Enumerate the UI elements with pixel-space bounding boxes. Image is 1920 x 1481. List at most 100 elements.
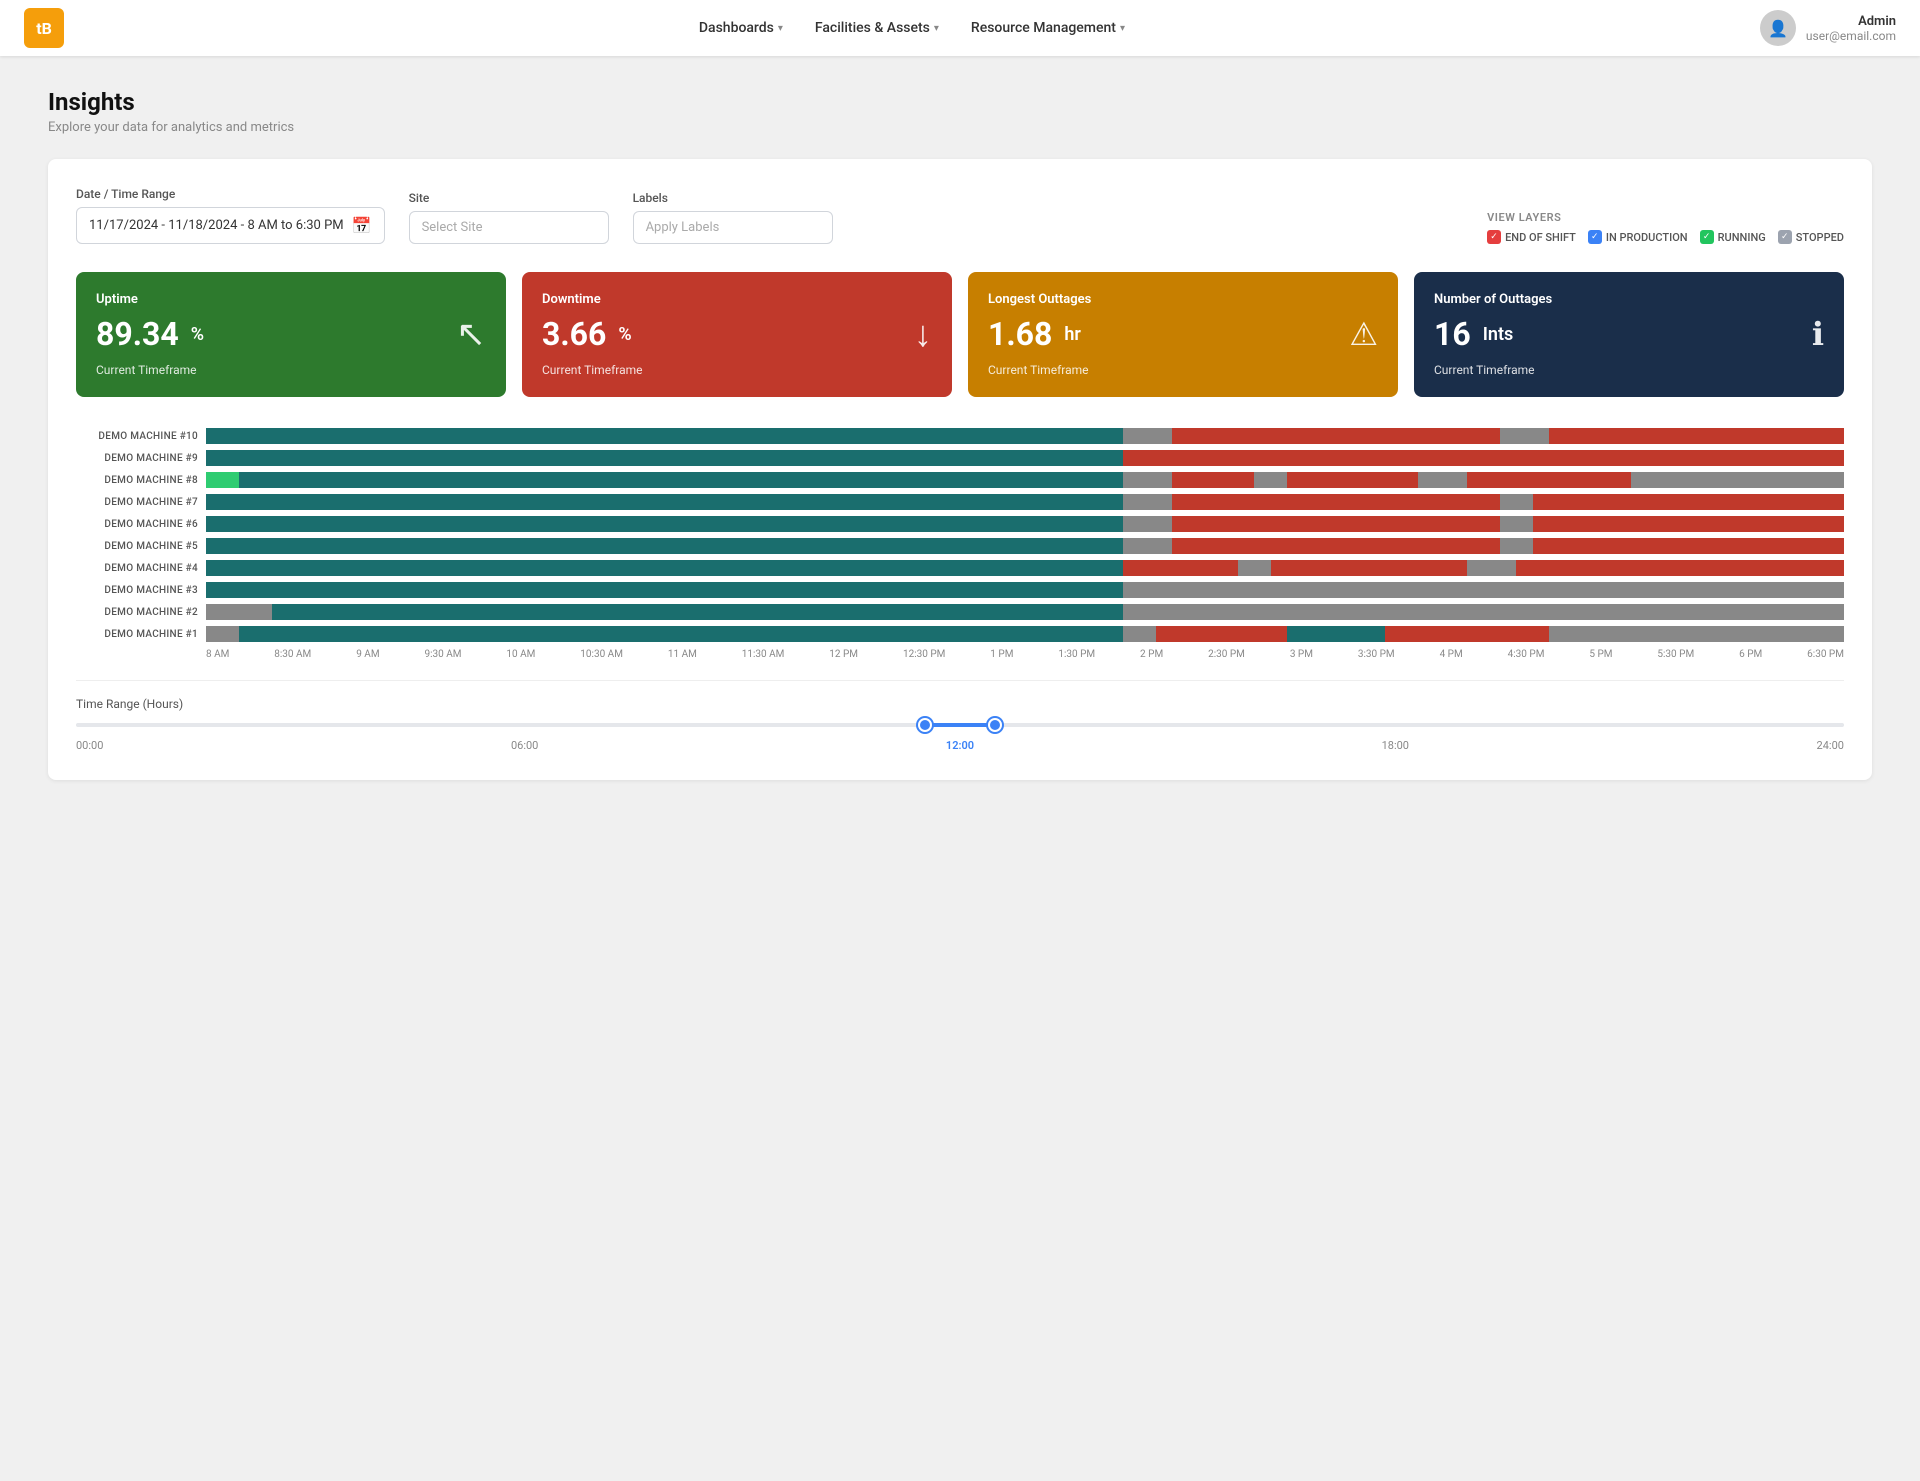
time-axis-label: 1 PM xyxy=(990,649,1013,660)
gantt-segment xyxy=(1533,538,1844,554)
longest-outage-title: Longest Outtages xyxy=(988,292,1378,307)
time-axis-label: 3:30 PM xyxy=(1358,649,1395,660)
uptime-unit: % xyxy=(191,324,204,345)
layer-in-production[interactable]: ✓ IN PRODUCTION xyxy=(1588,230,1688,244)
slider-label-start: 00:00 xyxy=(76,739,103,752)
labels-input[interactable]: Apply Labels xyxy=(633,211,833,244)
time-axis-label: 11 AM xyxy=(668,649,697,660)
slider-section: Time Range (Hours) 00:00 06:00 12:00 18:… xyxy=(76,680,1844,752)
time-axis-label: 5:30 PM xyxy=(1657,649,1694,660)
gantt-segment xyxy=(272,604,1124,620)
gantt-segment xyxy=(1172,472,1254,488)
gantt-segment xyxy=(1172,516,1500,532)
gantt-bar-container[interactable] xyxy=(206,560,1844,576)
gantt-segment xyxy=(1500,428,1549,444)
filters-row: Date / Time Range 11/17/2024 - 11/18/202… xyxy=(76,187,1844,244)
layer-running[interactable]: ✓ RUNNING xyxy=(1700,230,1766,244)
gantt-row: DEMO MACHINE #7 xyxy=(76,491,1844,513)
gantt-row-label: DEMO MACHINE #3 xyxy=(76,585,206,596)
page-subtitle: Explore your data for analytics and metr… xyxy=(48,120,1872,135)
layers-checkboxes: ✓ END OF SHIFT ✓ IN PRODUCTION ✓ RUNNING… xyxy=(1487,230,1844,244)
page-title: Insights xyxy=(48,88,1872,116)
num-outages-title: Number of Outtages xyxy=(1434,292,1824,307)
user-profile[interactable]: 👤 Admin user@email.com xyxy=(1760,10,1896,46)
gantt-segment xyxy=(1516,560,1844,576)
nav-resource[interactable]: Resource Management ▾ xyxy=(971,20,1125,36)
nav-dashboards[interactable]: Dashboards ▾ xyxy=(699,20,783,36)
gantt-segment xyxy=(1287,472,1418,488)
stopped-checkbox[interactable]: ✓ xyxy=(1778,230,1792,244)
layer-end-of-shift[interactable]: ✓ END OF SHIFT xyxy=(1487,230,1576,244)
gantt-segment xyxy=(1172,428,1500,444)
longest-outage-footer: Current Timeframe xyxy=(988,363,1378,377)
info-icon: ℹ xyxy=(1812,315,1824,353)
chevron-down-icon: ▾ xyxy=(1120,23,1125,34)
metric-uptime: Uptime 89.34 % ↖ Current Timeframe xyxy=(76,272,506,397)
gantt-segment xyxy=(1123,604,1844,620)
longest-outage-unit: hr xyxy=(1064,324,1081,345)
gantt-segment xyxy=(1123,494,1172,510)
gantt-chart-area: DEMO MACHINE #10DEMO MACHINE #9DEMO MACH… xyxy=(76,425,1844,660)
time-axis-label: 8:30 AM xyxy=(274,649,311,660)
layer-stopped[interactable]: ✓ STOPPED xyxy=(1778,230,1844,244)
slider-track[interactable] xyxy=(76,723,1844,727)
gantt-bar-container[interactable] xyxy=(206,538,1844,554)
gantt-segment xyxy=(1123,428,1172,444)
gantt-segment xyxy=(206,626,239,642)
uptime-value-row: 89.34 % ↖ xyxy=(96,313,486,355)
time-axis-label: 9 AM xyxy=(356,649,379,660)
time-axis-label: 2 PM xyxy=(1140,649,1163,660)
gantt-row: DEMO MACHINE #4 xyxy=(76,557,1844,579)
gantt-segment xyxy=(1500,516,1533,532)
gantt-segment xyxy=(1123,472,1172,488)
date-value: 11/17/2024 - 11/18/2024 - 8 AM to 6:30 P… xyxy=(89,218,344,233)
nav-facilities[interactable]: Facilities & Assets ▾ xyxy=(815,20,939,36)
gantt-row: DEMO MACHINE #2 xyxy=(76,601,1844,623)
app-logo[interactable]: tB xyxy=(24,8,64,48)
downtime-value: 3.66 xyxy=(542,315,606,353)
gantt-row: DEMO MACHINE #10 xyxy=(76,425,1844,447)
gantt-segment xyxy=(1467,472,1631,488)
gantt-bar-container[interactable] xyxy=(206,472,1844,488)
slider-label-mid2: 18:00 xyxy=(1382,739,1409,752)
date-input[interactable]: 11/17/2024 - 11/18/2024 - 8 AM to 6:30 P… xyxy=(76,207,385,244)
time-axis-label: 1:30 PM xyxy=(1058,649,1095,660)
gantt-row-label: DEMO MACHINE #4 xyxy=(76,563,206,574)
running-checkbox[interactable]: ✓ xyxy=(1700,230,1714,244)
gantt-bar-container[interactable] xyxy=(206,450,1844,466)
gantt-row-label: DEMO MACHINE #1 xyxy=(76,629,206,640)
gantt-row-label: DEMO MACHINE #7 xyxy=(76,497,206,508)
gantt-segment xyxy=(1172,538,1500,554)
gantt-segment xyxy=(1123,560,1238,576)
date-filter-group: Date / Time Range 11/17/2024 - 11/18/202… xyxy=(76,187,385,244)
gantt-segment xyxy=(1533,516,1844,532)
main-card: Date / Time Range 11/17/2024 - 11/18/202… xyxy=(48,159,1872,780)
calendar-icon: 📅 xyxy=(352,216,372,235)
longest-outage-value-row: 1.68 hr ⚠ xyxy=(988,315,1378,353)
num-outages-value-row: 16 Ints ℹ xyxy=(1434,315,1824,353)
slider-thumb-left[interactable] xyxy=(918,718,932,732)
downtime-unit: % xyxy=(618,324,631,345)
chevron-down-icon: ▾ xyxy=(778,23,783,34)
gantt-row: DEMO MACHINE #6 xyxy=(76,513,1844,535)
time-axis-label: 10:30 AM xyxy=(580,649,623,660)
time-axis-label: 9:30 AM xyxy=(424,649,461,660)
gantt-bar-container[interactable] xyxy=(206,582,1844,598)
gantt-bar-container[interactable] xyxy=(206,428,1844,444)
downtime-title: Downtime xyxy=(542,292,932,307)
slider-thumb-right[interactable] xyxy=(988,718,1002,732)
time-axis: 8 AM8:30 AM9 AM9:30 AM10 AM10:30 AM11 AM… xyxy=(206,649,1844,660)
gantt-bar-container[interactable] xyxy=(206,604,1844,620)
downtime-footer: Current Timeframe xyxy=(542,363,932,377)
end-of-shift-checkbox[interactable]: ✓ xyxy=(1487,230,1501,244)
gantt-bar-container[interactable] xyxy=(206,626,1844,642)
gantt-segment xyxy=(1549,428,1844,444)
gantt-bar-container[interactable] xyxy=(206,516,1844,532)
time-axis-label: 6 PM xyxy=(1739,649,1762,660)
metric-downtime: Downtime 3.66 % ↓ Current Timeframe xyxy=(522,272,952,397)
metrics-row: Uptime 89.34 % ↖ Current Timeframe Downt… xyxy=(76,272,1844,397)
gantt-bar-container[interactable] xyxy=(206,494,1844,510)
in-production-checkbox[interactable]: ✓ xyxy=(1588,230,1602,244)
gantt-row-label: DEMO MACHINE #2 xyxy=(76,607,206,618)
site-input[interactable]: Select Site xyxy=(409,211,609,244)
